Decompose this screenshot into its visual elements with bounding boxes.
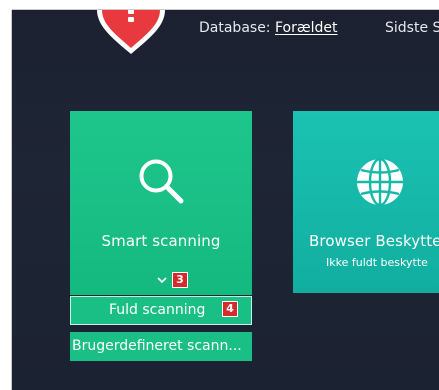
database-status-link[interactable]: Forældet bbox=[275, 20, 338, 36]
browser-protection-tile[interactable]: Browser Beskytte Ikke fuldt beskytte bbox=[293, 111, 439, 293]
app-window: Database: Forældet Sidste S Smart scanni… bbox=[12, 10, 439, 390]
step-badge-3: 3 bbox=[172, 272, 188, 288]
last-update-label: Sidste S bbox=[385, 20, 439, 36]
browser-protection-status: Ikke fuldt beskytte bbox=[326, 256, 428, 269]
shield-warning-icon bbox=[97, 10, 165, 54]
full-scan-menu-item[interactable]: Fuld scanning 4 bbox=[70, 296, 252, 325]
database-label: Database: bbox=[199, 20, 271, 36]
smart-scan-tile[interactable]: Smart scanning 3 bbox=[70, 111, 252, 295]
smart-scan-title: Smart scanning bbox=[101, 232, 221, 250]
custom-scan-menu-item[interactable]: Brugerdefineret scann... bbox=[70, 332, 252, 361]
search-icon bbox=[139, 159, 184, 204]
database-status: Database: Forældet bbox=[199, 20, 338, 36]
chevron-down-icon[interactable] bbox=[156, 275, 168, 285]
globe-icon bbox=[357, 157, 403, 207]
browser-protection-title: Browser Beskytte bbox=[309, 232, 439, 250]
full-scan-label: Fuld scanning bbox=[109, 302, 206, 318]
step-badge-4: 4 bbox=[222, 301, 238, 317]
